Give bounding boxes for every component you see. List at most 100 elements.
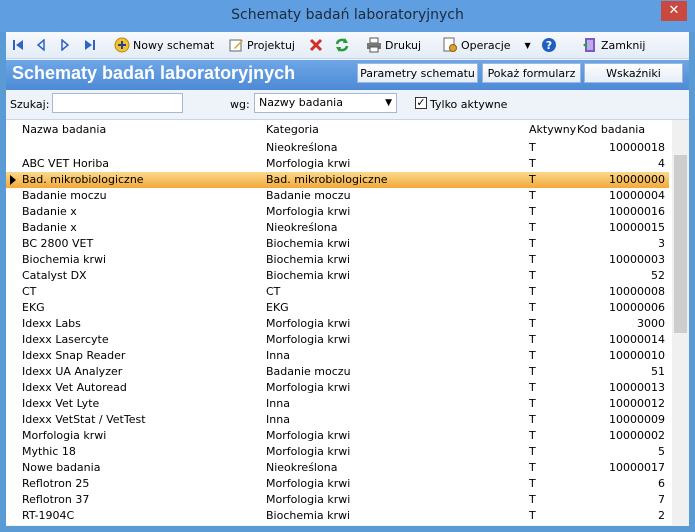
refresh-button[interactable] (334, 36, 353, 54)
cell-category: Bad. mikrobiologiczne (266, 173, 388, 186)
table-row[interactable]: ABC VET Horiba Morfologia krwi T 4 (6, 156, 669, 172)
cell-category: Biochemia krwi (266, 237, 351, 250)
table-row[interactable]: RT-1904C Biochemia krwi T 2 (6, 508, 669, 524)
table-row[interactable]: Mythic 18 Morfologia krwi T 5 (6, 444, 669, 460)
table-row[interactable]: Idexx Labs Morfologia krwi T 3000 (6, 316, 669, 332)
table-row[interactable]: Idexx VetStat / VetTest Inna T 10000009 (6, 412, 669, 428)
page-title: Schematy badań laboratoryjnych (12, 63, 296, 83)
cell-code: 10000003 (609, 253, 665, 266)
cell-active: T (529, 141, 536, 154)
column-header-code[interactable]: Kod badania (577, 123, 645, 136)
table-row[interactable]: Badanie x Morfologia krwi T 10000016 (6, 204, 669, 220)
table-row[interactable]: Nowe badania Nieokreślona T 10000017 (6, 460, 669, 476)
table-row[interactable]: Badanie x Nieokreślona T 10000015 (6, 220, 669, 236)
cell-category: Morfologia krwi (266, 381, 351, 394)
cell-active: T (529, 237, 536, 250)
indicators-button[interactable]: Wskaźniki (584, 63, 683, 83)
cell-name: Idexx Vet Autoread (22, 381, 127, 394)
table-row[interactable]: CT CT T 10000008 (6, 284, 669, 300)
table-row[interactable]: Bad. mikrobiologiczne Bad. mikrobiologicz… (6, 172, 669, 188)
cell-code: 10000018 (609, 141, 665, 154)
exit-door-icon (583, 38, 595, 52)
print-button[interactable]: Drukuj (366, 36, 421, 54)
grid-header: Nazwa badania Kategoria Aktywny Kod bada… (6, 120, 689, 138)
cell-active: T (529, 365, 536, 378)
search-bar: Szukaj: wg: Nazwy badania ▼ ✓ Tylko akty… (6, 90, 689, 118)
design-button[interactable]: Projektuj (228, 36, 295, 54)
cell-name: RT-1904C (22, 509, 75, 522)
table-row[interactable]: BC 2800 VET Biochemia krwi T 3 (6, 236, 669, 252)
cell-code: 10000002 (609, 429, 665, 442)
cell-category: CT (266, 285, 281, 298)
cell-name: Badanie x (22, 205, 77, 218)
cell-code: 10000017 (609, 461, 665, 474)
column-header-active[interactable]: Aktywny (529, 123, 576, 136)
cell-code: 10000004 (609, 189, 665, 202)
cell-code: 10000010 (609, 349, 665, 362)
operations-dropdown-icon[interactable]: ▼ (525, 41, 531, 50)
design-label: Projektuj (247, 38, 295, 52)
cell-code: 6 (658, 477, 665, 490)
close-label: Zamknij (601, 38, 646, 52)
page-header: Schematy badań laboratoryjnych Parametry… (6, 60, 689, 90)
show-form-button[interactable]: Pokaż formularz (482, 63, 581, 83)
cell-category: Badanie moczu (266, 189, 351, 202)
cell-active: T (529, 301, 536, 314)
delete-icon (309, 38, 323, 52)
toolbar: Nowy schemat Projektuj Drukuj Operacje ▼ (6, 32, 689, 59)
cell-category: Nieokreślona (266, 221, 338, 234)
column-header-name[interactable]: Nazwa badania (22, 123, 106, 136)
only-active-checkbox[interactable]: ✓ (415, 97, 427, 109)
table-row[interactable]: Biochemia krwi Biochemia krwi T 10000003 (6, 252, 669, 268)
cell-category: Morfologia krwi (266, 445, 351, 458)
cell-category: Badanie moczu (266, 365, 351, 378)
cell-code: 52 (651, 269, 665, 282)
table-row[interactable]: Badanie moczu Badanie moczu T 10000004 (6, 188, 669, 204)
vertical-scrollbar[interactable] (672, 120, 689, 525)
cell-active: T (529, 189, 536, 202)
cell-active: T (529, 317, 536, 330)
table-row[interactable]: Idexx Lasercyte Morfologia krwi T 10000014 (6, 332, 669, 348)
close-button[interactable]: Zamknij (582, 36, 645, 54)
table-row[interactable]: Reflotron 37 Morfologia krwi T 7 (6, 492, 669, 508)
printer-icon (367, 37, 381, 53)
scheme-parameters-button[interactable]: Parametry schematu (357, 63, 478, 83)
cell-name: CT (22, 285, 37, 298)
table-row[interactable]: Catalyst DX Biochemia krwi T 52 (6, 268, 669, 284)
cell-active: T (529, 445, 536, 458)
operations-icon (443, 37, 457, 52)
table-row[interactable]: Morfologia krwi Morfologia krwi T 10000002 (6, 428, 669, 444)
new-scheme-button[interactable]: Nowy schemat (114, 36, 214, 54)
table-row[interactable]: Idexx UA Analyzer Badanie moczu T 51 (6, 364, 669, 380)
cell-category: Morfologia krwi (266, 317, 351, 330)
cell-name: Badanie x (22, 221, 77, 234)
table-row[interactable]: Reflotron 25 Morfologia krwi T 6 (6, 476, 669, 492)
cell-name: EKG (22, 301, 45, 314)
table-row[interactable]: Idexx Vet Autoread Morfologia krwi T 100000… (6, 380, 669, 396)
last-record-icon[interactable] (84, 36, 99, 54)
cell-category: Morfologia krwi (266, 493, 351, 506)
operations-button[interactable]: Operacje ▼ (442, 36, 531, 54)
cell-active: T (529, 157, 536, 170)
table-row[interactable]: Nieokreślona T 10000018 (6, 140, 669, 156)
cell-code: 5 (658, 445, 665, 458)
window-close-button[interactable]: ✕ (661, 1, 687, 21)
cell-name: Catalyst DX (22, 269, 87, 282)
column-header-category[interactable]: Kategoria (266, 123, 319, 136)
scrollbar-thumb[interactable] (674, 155, 687, 333)
cell-category: EKG (266, 301, 289, 314)
previous-record-icon[interactable] (36, 36, 49, 54)
first-record-icon[interactable] (12, 36, 27, 54)
table-row[interactable]: EKG EKG T 10000006 (6, 300, 669, 316)
table-row[interactable]: Idexx Vet Lyte Inna T 10000012 (6, 396, 669, 412)
cell-code: 10000014 (609, 333, 665, 346)
cell-code: 10000006 (609, 301, 665, 314)
search-by-select[interactable]: Nazwy badania ▼ (254, 93, 397, 113)
next-record-icon[interactable] (60, 36, 73, 54)
cell-code: 4 (658, 157, 665, 170)
cell-code: 10000013 (609, 381, 665, 394)
table-row[interactable]: Idexx Snap Reader Inna T 10000010 (6, 348, 669, 364)
help-button[interactable]: ? (541, 36, 560, 54)
search-input[interactable] (52, 93, 183, 113)
delete-button[interactable] (309, 36, 326, 54)
